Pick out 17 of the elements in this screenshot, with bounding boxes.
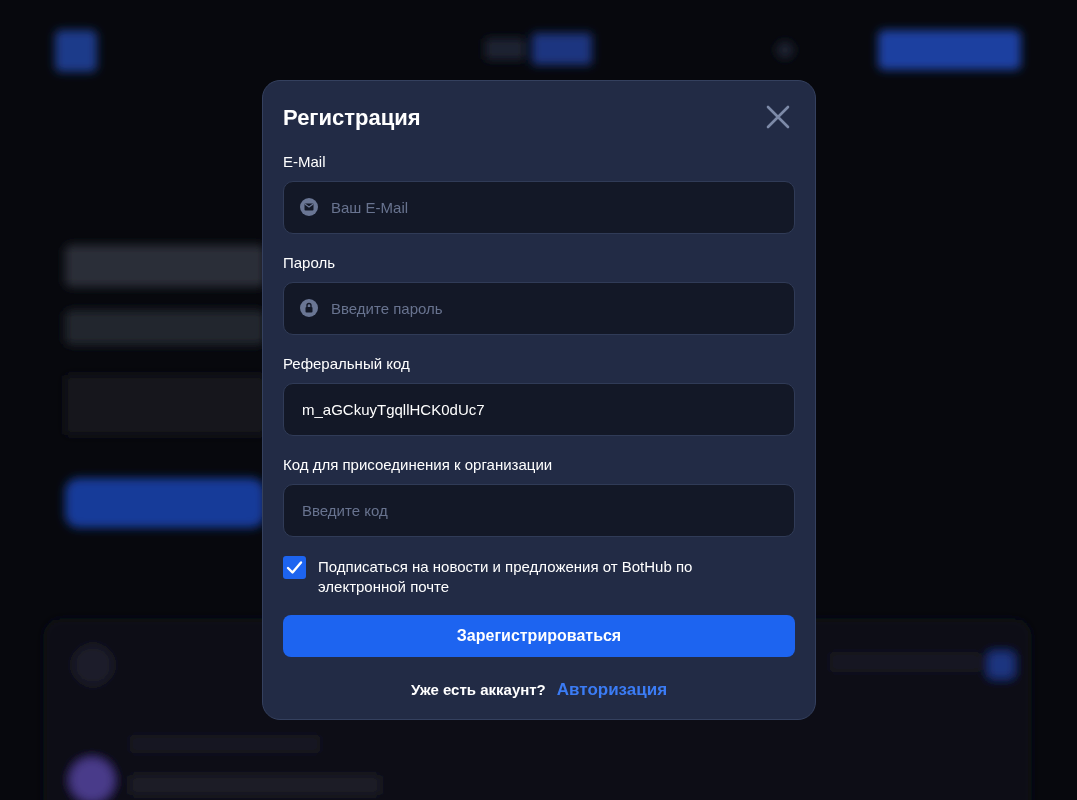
account-question: Уже есть аккаунт?: [410, 679, 546, 700]
mail-icon: [300, 198, 318, 216]
register-button[interactable]: Зарегистрироваться: [283, 615, 795, 657]
field-label: Реферальный код: [283, 354, 411, 374]
dialog-title: Регистрация: [283, 103, 421, 132]
field-label: E-Mail: [283, 152, 327, 172]
newsletter-label: Подписаться на новости и предложения от BotHub по электронной почте: [318, 557, 694, 597]
input-field[interactable]: m_aGCkuyTgqllHCK0dUc7: [283, 383, 795, 436]
close-icon[interactable]: [765, 104, 791, 130]
field-label: Код для присоединения к организации: [283, 455, 554, 475]
input-field[interactable]: Введите код: [283, 484, 795, 537]
field-label: Пароль: [283, 253, 337, 273]
input-field[interactable]: Ваш E-Mail: [283, 181, 795, 234]
newsletter-checkbox[interactable]: [283, 556, 306, 579]
input-field[interactable]: Введите пароль: [283, 282, 795, 335]
login-link[interactable]: Авторизация: [556, 677, 668, 703]
lock-icon: [300, 299, 318, 317]
